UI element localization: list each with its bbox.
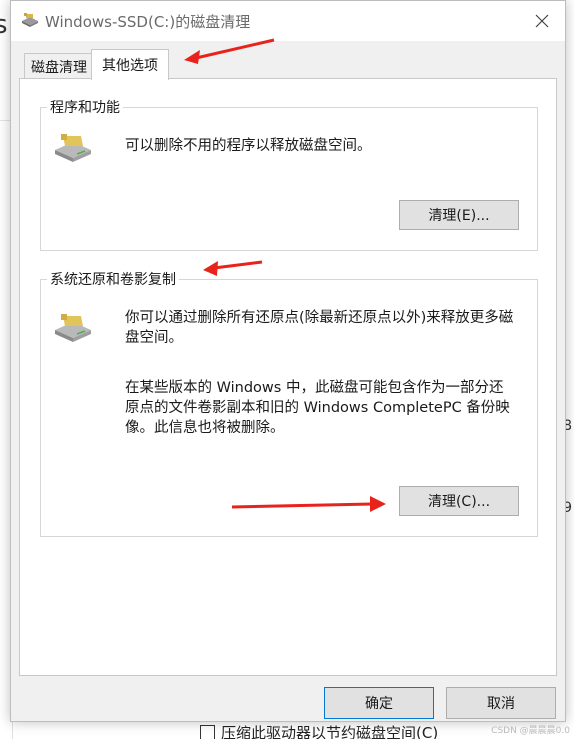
title-bar[interactable]: Windows-SSD(C:)的磁盘清理 (11, 1, 565, 41)
ok-label: 确定 (365, 696, 393, 712)
restore-description-line1: 你可以通过删除所有还原点(除最新还原点以外)来释放更多磁 (125, 310, 514, 326)
tab-disk-cleanup[interactable]: 磁盘清理 (24, 53, 94, 80)
window-title: Windows-SSD(C:)的磁盘清理 (45, 13, 251, 31)
tab-panel-more-options: 程序和功能 可以删除不用的程序以释放磁盘空间。 清理(E)... 系统还原和卷影… (19, 78, 557, 676)
cleanup-programs-button[interactable]: 清理(E)... (399, 200, 519, 230)
compress-drive-checkbox[interactable]: 压缩此驱动器以节约磁盘空间(C) (200, 722, 438, 739)
programs-description: 可以删除不用的程序以释放磁盘空间。 (125, 138, 372, 154)
compress-drive-label: 压缩此驱动器以节约磁盘空间(C) (221, 724, 439, 739)
tab-label: 磁盘清理 (31, 60, 87, 76)
background-glyph: s (0, 10, 8, 40)
checkbox-box[interactable] (200, 725, 215, 739)
cleanup-restore-button[interactable]: 清理(C)... (399, 486, 519, 516)
disk-cleanup-icon (22, 13, 38, 27)
close-button[interactable] (525, 5, 559, 37)
system-restore-title: 系统还原和卷影复制 (47, 269, 179, 289)
disk-cleanup-dialog: Windows-SSD(C:)的磁盘清理 磁盘清理 其他选项 程序和功能 可以删… (10, 0, 566, 722)
system-restore-group: 系统还原和卷影复制 你可以通过删除所有还原点(除最新还原点以外)来释放更多磁 盘… (40, 269, 538, 537)
ok-button[interactable]: 确定 (324, 687, 434, 719)
cleanup-restore-label: 清理(C)... (427, 494, 491, 510)
programs-features-title: 程序和功能 (47, 97, 123, 117)
screenshot-stage: s 8 9 压缩此驱动器以节约磁盘空间(C) Windows-SSD(C:)的磁… (0, 0, 574, 739)
programs-features-group: 程序和功能 可以删除不用的程序以释放磁盘空间。 清理(E)... (40, 97, 538, 251)
cancel-label: 取消 (487, 696, 515, 712)
drive-icon (55, 134, 91, 162)
restore-note-line1: 在某些版本的 Windows 中，此磁盘可能包含作为一部分还 (125, 380, 504, 396)
tab-more-options[interactable]: 其他选项 (91, 49, 169, 80)
tab-label: 其他选项 (102, 58, 158, 74)
cancel-button[interactable]: 取消 (446, 687, 556, 719)
restore-note-line2: 原点的文件卷影副本和旧的 Windows CompletePC 备份映 (125, 400, 510, 416)
restore-description-line2: 盘空间。 (125, 330, 183, 346)
watermark: CSDN @晨晨晨0.0 (491, 726, 570, 736)
close-icon (535, 14, 549, 28)
restore-note-line3: 像。此信息也将被删除。 (125, 420, 285, 436)
drive-icon (55, 314, 91, 342)
cleanup-programs-label: 清理(E)... (428, 208, 490, 224)
